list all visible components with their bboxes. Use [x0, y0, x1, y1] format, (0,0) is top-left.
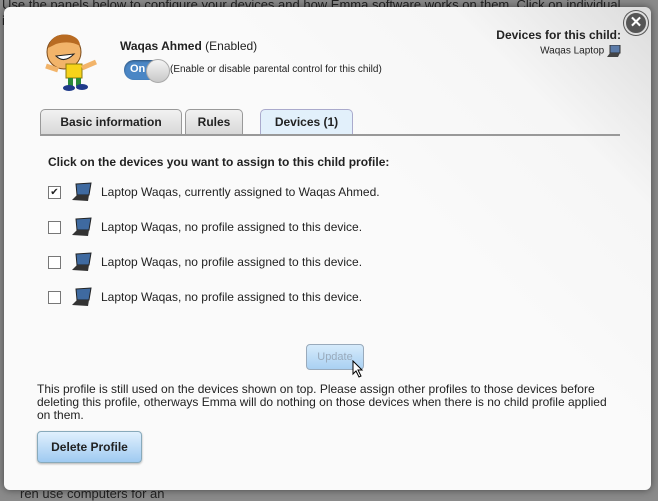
tab-rules[interactable]: Rules	[185, 109, 243, 134]
tab-bar: Basic information Rules Devices (1)	[40, 109, 620, 136]
toggle-hint: (Enable or disable parental control for …	[170, 64, 382, 75]
device-row[interactable]: Laptop Waqas, no profile assigned to thi…	[48, 252, 362, 272]
device-checkbox[interactable]	[48, 255, 61, 269]
tab-basic-information[interactable]: Basic information	[40, 109, 182, 134]
parental-control-toggle[interactable]: On	[124, 59, 170, 83]
device-label: Laptop Waqas, no profile assigned to thi…	[101, 255, 363, 269]
devices-for-child: Devices for this child: Waqas Laptop	[496, 28, 621, 57]
tab-devices[interactable]: Devices (1)	[260, 109, 353, 134]
warning-text: This profile is still used on the device…	[37, 382, 607, 422]
device-checkbox[interactable]	[48, 220, 61, 234]
child-profile-dialog: ✕ Waqas Ahmed (Enabled) On (Enable or di…	[4, 7, 651, 490]
toggle-label: On	[130, 63, 146, 75]
device-row[interactable]: Laptop Waqas, no profile assigned to thi…	[48, 217, 362, 237]
device-row[interactable]: ✔ Laptop Waqas, currently assigned to Wa…	[48, 182, 380, 202]
device-checkbox[interactable]	[48, 290, 61, 304]
laptop-icon	[607, 45, 621, 57]
delete-profile-button[interactable]: Delete Profile	[37, 431, 142, 463]
child-status: (Enabled)	[205, 39, 258, 53]
mouse-cursor-icon	[352, 360, 364, 378]
laptop-icon	[72, 182, 92, 201]
device-label: Laptop Waqas, no profile assigned to thi…	[101, 220, 363, 234]
laptop-icon	[72, 217, 92, 236]
laptop-icon	[72, 252, 92, 271]
devices-intro: Click on the devices you want to assign …	[48, 155, 390, 169]
device-checkbox[interactable]: ✔	[48, 185, 61, 199]
child-avatar-icon	[45, 34, 97, 91]
laptop-icon	[72, 287, 92, 306]
device-link[interactable]: Waqas Laptop	[540, 46, 604, 57]
device-label: Laptop Waqas, currently assigned to Waqa…	[101, 185, 380, 199]
device-label: Laptop Waqas, no profile assigned to thi…	[101, 290, 363, 304]
child-name: Waqas Ahmed (Enabled)	[120, 39, 258, 53]
device-row[interactable]: Laptop Waqas, no profile assigned to thi…	[48, 287, 362, 307]
devices-for-child-title: Devices for this child:	[496, 28, 621, 42]
close-button[interactable]: ✕	[624, 11, 648, 35]
